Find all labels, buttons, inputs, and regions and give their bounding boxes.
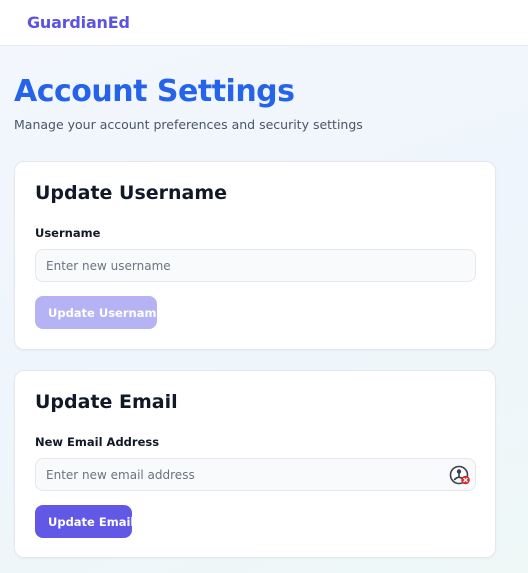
update-username-title: Update Username bbox=[35, 182, 228, 204]
page-subtitle: Manage your account preferences and secu… bbox=[14, 117, 363, 132]
update-email-button[interactable]: Update Email bbox=[35, 505, 134, 538]
username-label: Username bbox=[35, 226, 101, 240]
username-input[interactable] bbox=[35, 249, 476, 282]
password-manager-icon[interactable] bbox=[449, 465, 471, 485]
update-email-card: Update Email New Email Address Update Em… bbox=[14, 370, 496, 558]
update-username-card: Update Username Username Update Username bbox=[14, 161, 496, 350]
email-label: New Email Address bbox=[35, 435, 160, 449]
update-email-title: Update Email bbox=[35, 391, 178, 413]
update-username-button[interactable]: Update Username bbox=[35, 296, 164, 329]
page-title: Account Settings bbox=[14, 74, 295, 109]
email-input[interactable] bbox=[35, 458, 476, 491]
top-navbar: GuardianEd bbox=[0, 0, 528, 46]
brand-logo[interactable]: GuardianEd bbox=[27, 13, 130, 32]
